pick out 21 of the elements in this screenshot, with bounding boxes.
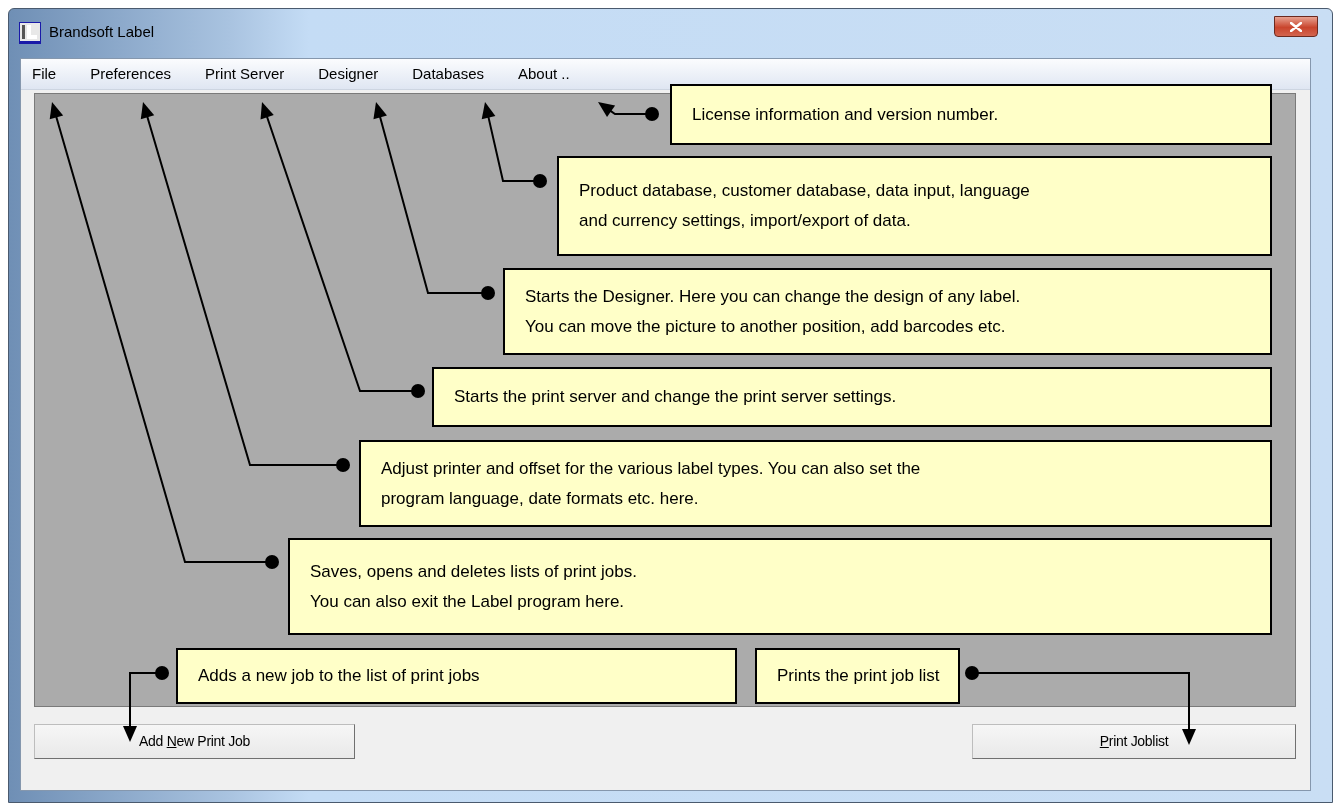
callout-text: Product database, customer database, data input, language and currency settings, import/export of data. — [579, 180, 1030, 232]
window-title: Brandsoft Label — [49, 22, 155, 43]
close-button[interactable] — [1274, 16, 1318, 37]
close-icon — [1290, 21, 1302, 32]
menu-item[interactable]: File — [30, 62, 59, 86]
callout-text: License information and version number. — [692, 103, 999, 126]
menu-item[interactable]: Databases — [410, 62, 486, 86]
menu-item[interactable]: About .. — [516, 62, 572, 86]
callout-text: Prints the print job list — [777, 665, 940, 687]
push-button[interactable]: Add New Print Job — [34, 724, 355, 759]
menu-item[interactable]: Print Server — [203, 62, 287, 86]
leader-line — [598, 102, 659, 121]
callout-text: Adjust printer and offset for the various label types. You can also set the program language, date formats etc. here. — [381, 457, 921, 510]
menu-item[interactable]: Designer — [316, 62, 381, 86]
callout-text: Saves, opens and deletes lists of print jobs. You can also exit the Label program here. — [310, 560, 637, 613]
push-button[interactable]: Print Joblist — [972, 724, 1296, 759]
callout-text: Adds a new job to the list of print jobs — [198, 665, 480, 687]
app-icon — [19, 21, 41, 44]
callout-text: Starts the print server and change the print server settings. — [454, 386, 897, 408]
callout-text: Starts the Designer. Here you can change the design of any label. You can move the picture to another position, add barcodes etc. — [525, 285, 1021, 338]
menu-item[interactable]: Preferences — [88, 62, 174, 86]
